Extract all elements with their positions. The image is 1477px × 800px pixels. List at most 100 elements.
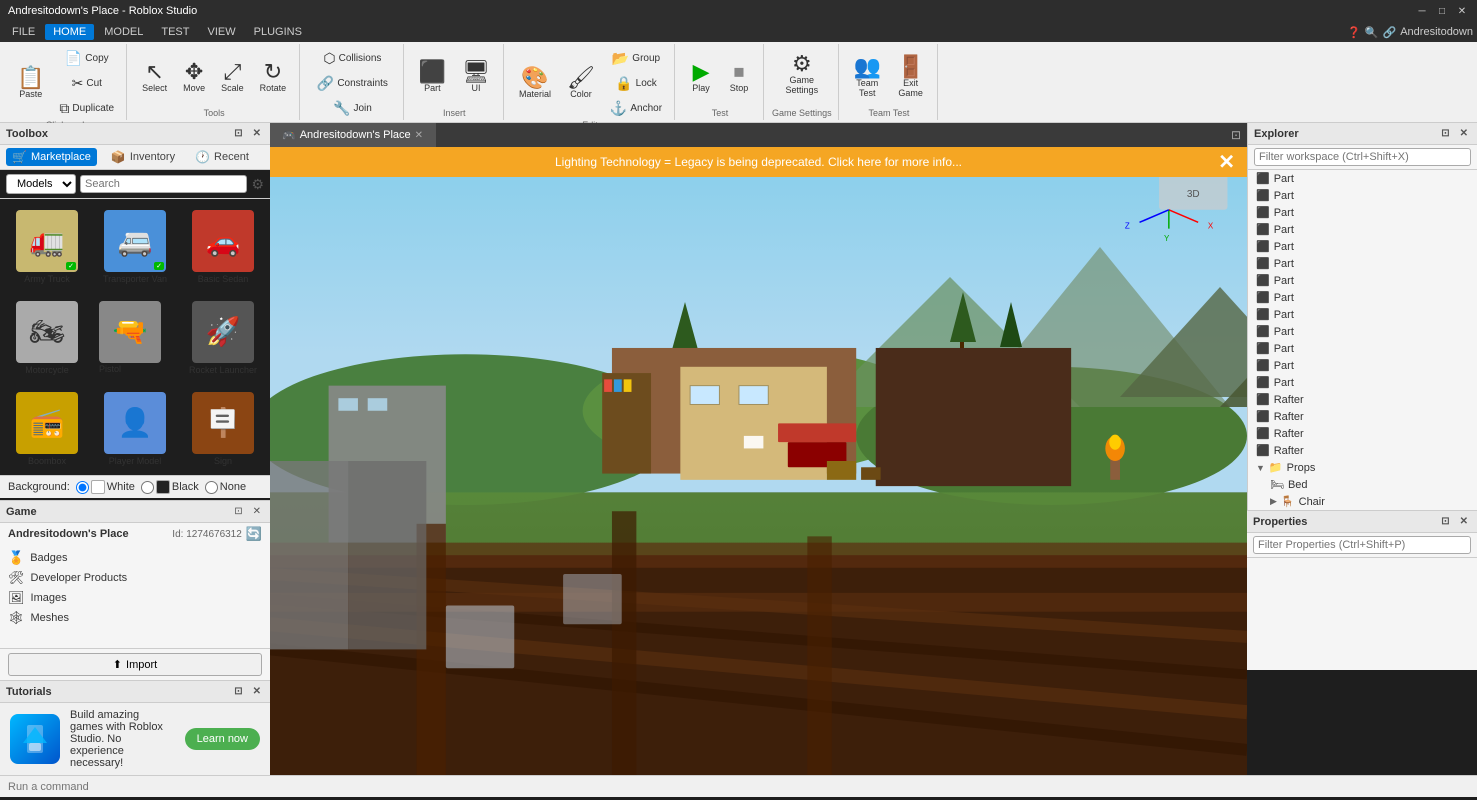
tree-item-part-4[interactable]: ⬛Part	[1248, 221, 1477, 238]
copy-button[interactable]: 📄 Copy	[53, 46, 120, 70]
explorer-close[interactable]: ✕	[1457, 127, 1471, 140]
join-button[interactable]: 🔧 Join	[327, 96, 378, 120]
connect-icon[interactable]: 🔗	[1383, 26, 1397, 39]
tree-item-chair[interactable]: ▶ 🪑 Chair	[1262, 493, 1477, 510]
close-button[interactable]: ✕	[1455, 4, 1469, 18]
bg-black-radio[interactable]	[141, 481, 154, 494]
tree-item-part-7[interactable]: ⬛Part	[1248, 272, 1477, 289]
toolbox-item-boombox[interactable]: 📻 Boombox	[6, 387, 88, 472]
ui-button[interactable]: 🖥 UI	[455, 49, 497, 105]
paste-button[interactable]: 📋 Paste	[10, 55, 51, 111]
tab-marketplace[interactable]: 🛒 Marketplace	[6, 148, 97, 166]
select-button[interactable]: ↖ Select	[135, 49, 174, 105]
viewport[interactable]: 3D X Y Z	[270, 147, 1247, 775]
tree-item-props[interactable]: ▼ 📁 Props	[1248, 459, 1477, 476]
stop-button[interactable]: ⏹ Stop	[721, 49, 757, 105]
refresh-button[interactable]: 🔄	[246, 526, 262, 542]
viewport-tab-game[interactable]: 🎮 Andresitodown's Place ✕	[270, 123, 436, 147]
help-icon[interactable]: ❓	[1347, 26, 1361, 39]
explorer-search-input[interactable]	[1254, 148, 1471, 166]
search-input[interactable]	[80, 175, 247, 193]
material-button[interactable]: 🎨 Material	[512, 55, 558, 111]
tree-item-rafter-2[interactable]: ⬛Rafter	[1248, 408, 1477, 425]
menu-model[interactable]: MODEL	[96, 24, 151, 40]
menu-test[interactable]: TEST	[153, 24, 197, 40]
play-button[interactable]: ▶ Play	[683, 49, 719, 105]
tree-item-part-8[interactable]: ⬛Part	[1248, 289, 1477, 306]
toolbox-pop-out-button[interactable]: ⊡	[231, 127, 245, 140]
tree-item-part-10[interactable]: ⬛Part	[1248, 323, 1477, 340]
tree-item-part-1[interactable]: ⬛Part	[1248, 170, 1477, 187]
toolbox-close-button[interactable]: ✕	[250, 127, 264, 140]
toolbox-item-motorcycle[interactable]: 🏍 Motorcycle	[6, 296, 88, 381]
tree-item-part-2[interactable]: ⬛Part	[1248, 187, 1477, 204]
bg-white-option[interactable]: White	[76, 480, 135, 494]
tree-item-part-13[interactable]: ⬛Part	[1248, 374, 1477, 391]
menu-view[interactable]: VIEW	[199, 24, 243, 40]
filter-button[interactable]: ⚙	[251, 176, 264, 193]
properties-close[interactable]: ✕	[1457, 515, 1471, 528]
viewport-close-button[interactable]: ✕	[415, 130, 423, 141]
tree-item-rafter-4[interactable]: ⬛Rafter	[1248, 442, 1477, 459]
properties-pop-out[interactable]: ⊡	[1438, 515, 1452, 528]
game-panel-close[interactable]: ✕	[250, 505, 264, 518]
tab-recent[interactable]: 🕐 Recent	[189, 148, 255, 166]
explorer-pop-out[interactable]: ⊡	[1438, 127, 1452, 140]
constraints-button[interactable]: 🔗 Constraints	[311, 71, 394, 95]
tree-item-part-3[interactable]: ⬛Part	[1248, 204, 1477, 221]
command-input[interactable]	[8, 781, 1469, 793]
bg-black-option[interactable]: Black	[141, 480, 199, 494]
bg-none-option[interactable]: None	[205, 481, 246, 494]
tree-item-rafter-1[interactable]: ⬛Rafter	[1248, 391, 1477, 408]
team-test-button[interactable]: 👥 Team Test	[847, 49, 888, 105]
viewport-expand-button[interactable]: ⊡	[1231, 128, 1241, 142]
lock-button[interactable]: 🔒 Lock	[609, 71, 663, 95]
toolbox-item-basic-sedan[interactable]: 🚗 Basic Sedan	[182, 205, 264, 290]
collisions-button[interactable]: ⬡ Collisions	[317, 46, 387, 70]
toolbox-item-sign[interactable]: 🪧 Sign	[182, 387, 264, 472]
cut-button[interactable]: ✂ Cut	[53, 71, 120, 95]
tab-inventory[interactable]: 📦 Inventory	[105, 148, 181, 166]
tree-item-part-5[interactable]: ⬛Part	[1248, 238, 1477, 255]
exit-game-button[interactable]: 🚪 Exit Game	[890, 49, 931, 105]
tree-item-bed[interactable]: 🛏 Bed	[1262, 476, 1477, 493]
toolbox-item-player-model[interactable]: 👤 Player Model	[94, 387, 176, 472]
part-button[interactable]: ⬛ Part	[412, 49, 453, 105]
move-button[interactable]: ✥ Move	[176, 49, 212, 105]
tree-item-rafter-3[interactable]: ⬛Rafter	[1248, 425, 1477, 442]
tutorials-pop-out[interactable]: ⊡	[231, 685, 245, 698]
game-panel-pop-out[interactable]: ⊡	[231, 505, 245, 518]
scale-button[interactable]: ⤢ Scale	[214, 49, 251, 105]
rotate-button[interactable]: ↻ Rotate	[253, 49, 294, 105]
import-button[interactable]: ⬆ Import	[8, 653, 262, 676]
bg-white-radio[interactable]	[76, 481, 89, 494]
toolbox-item-pistol[interactable]: 🔫 Pistol Pistol	[94, 296, 176, 381]
game-list-meshes[interactable]: 🕸 Meshes	[8, 608, 262, 628]
models-dropdown[interactable]: Models	[6, 174, 76, 194]
maximize-button[interactable]: □	[1435, 4, 1449, 18]
notification-close-button[interactable]: ✕	[1218, 150, 1235, 175]
toolbox-item-rocket-launcher[interactable]: 🚀 Rocket Launcher	[182, 296, 264, 381]
search-studio-icon[interactable]: 🔍	[1365, 26, 1379, 39]
tutorials-close[interactable]: ✕	[250, 685, 264, 698]
bg-none-radio[interactable]	[205, 481, 218, 494]
properties-search-input[interactable]	[1253, 536, 1471, 554]
toolbox-item-transporter-van[interactable]: 🚐 ✓ Transporter Van	[94, 205, 176, 290]
menu-home[interactable]: HOME	[45, 24, 94, 40]
learn-now-button[interactable]: Learn now	[185, 728, 260, 750]
tree-item-part-9[interactable]: ⬛Part	[1248, 306, 1477, 323]
minimize-button[interactable]: ─	[1415, 4, 1429, 18]
group-button[interactable]: 📂 Group	[606, 46, 666, 70]
tree-item-part-12[interactable]: ⬛Part	[1248, 357, 1477, 374]
game-list-badges[interactable]: 🏅 Badges	[8, 548, 262, 568]
notification-banner[interactable]: Lighting Technology = Legacy is being de…	[270, 147, 1247, 177]
game-list-images[interactable]: 🖼 Images	[8, 588, 262, 608]
anchor-button[interactable]: ⚓ Anchor	[604, 96, 668, 120]
menu-plugins[interactable]: PLUGINS	[246, 24, 310, 40]
menu-file[interactable]: FILE	[4, 24, 43, 40]
game-settings-button[interactable]: ⚙ Game Settings	[779, 46, 826, 102]
game-list-developer-products[interactable]: 🛠 Developer Products	[8, 568, 262, 588]
tree-item-part-11[interactable]: ⬛Part	[1248, 340, 1477, 357]
tree-item-part-6[interactable]: ⬛Part	[1248, 255, 1477, 272]
toolbox-item-army-truck[interactable]: 🚛 ✓ Army Truck	[6, 205, 88, 290]
